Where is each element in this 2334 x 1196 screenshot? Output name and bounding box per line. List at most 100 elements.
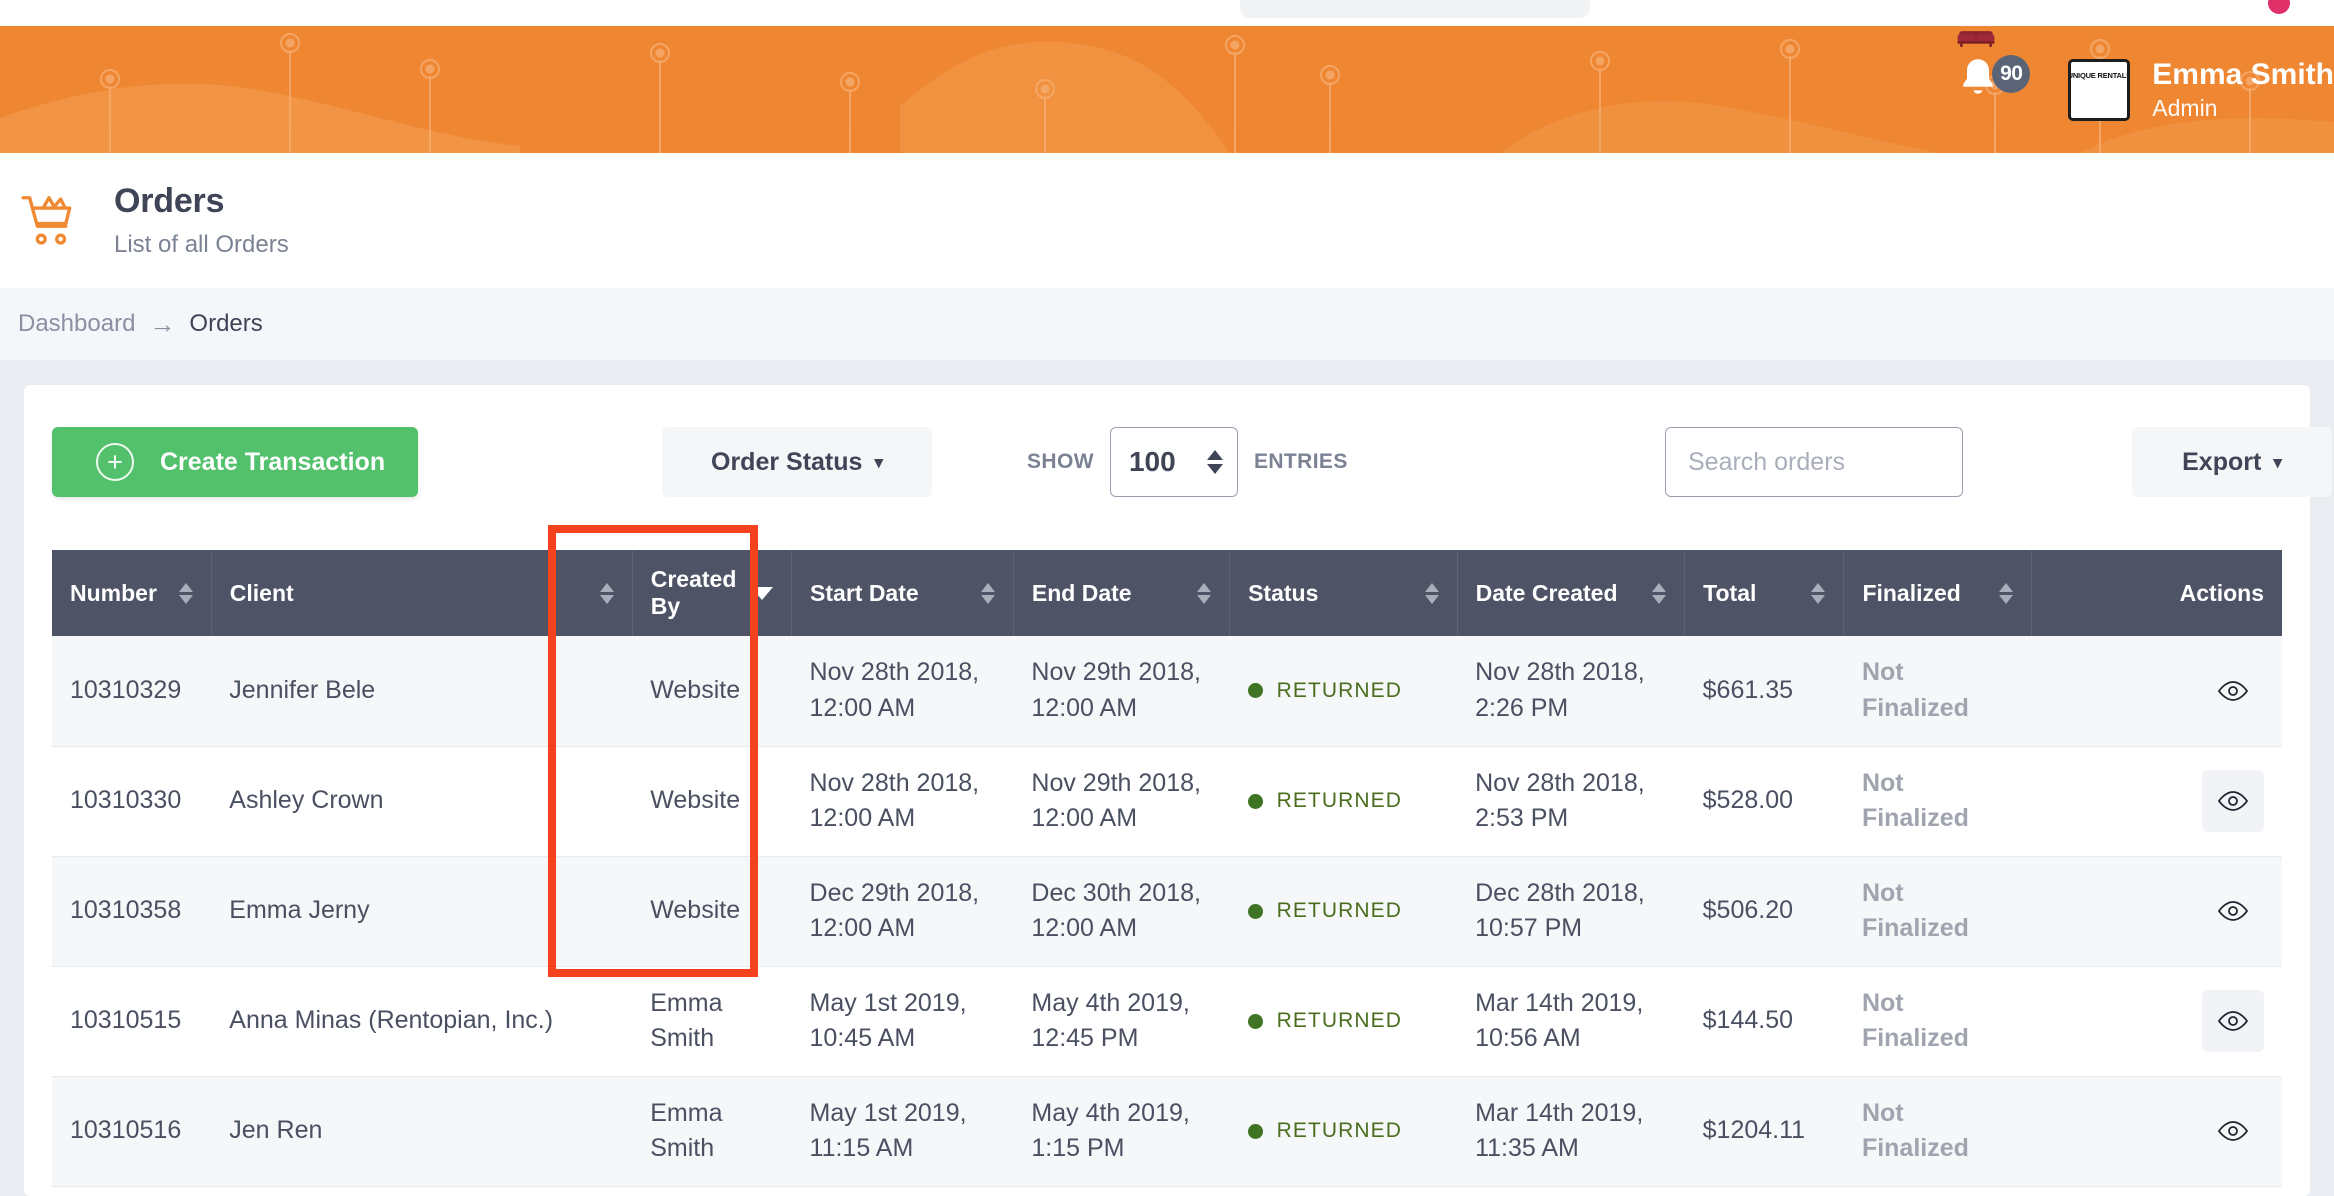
- cell-number: 10310516: [52, 1076, 212, 1187]
- cell-actions: [2031, 636, 2282, 747]
- sort-toggle-icon[interactable]: [1424, 582, 1439, 604]
- search-input[interactable]: [1665, 427, 1963, 497]
- browser-chrome-strip: [0, 0, 2334, 26]
- breadcrumb: Dashboard → Orders: [0, 288, 2334, 360]
- stepper-arrows-icon[interactable]: [1206, 450, 1223, 474]
- column-header-label: End Date: [1031, 579, 1132, 606]
- order-status-filter-button[interactable]: Order Status ▾: [662, 427, 932, 497]
- eye-icon: [2217, 680, 2249, 701]
- sort-toggle-icon[interactable]: [1999, 582, 2014, 604]
- cell-finalized: Not Finalized: [1843, 856, 2032, 967]
- status-dot-icon: [1247, 903, 1263, 919]
- sort-descending-icon[interactable]: [751, 586, 774, 600]
- entries-stepper[interactable]: [1109, 427, 1238, 497]
- cell-end-date: Nov 29th 2018, 12:00 AM: [1013, 746, 1230, 857]
- column-header-label: Start Date: [810, 579, 919, 606]
- cell-total: $1204.11: [1684, 1076, 1844, 1187]
- cell-status: RETURNED: [1229, 746, 1458, 857]
- cell-start-date: Nov 28th 2018, 12:00 AM: [791, 636, 1014, 747]
- column-header-finalized[interactable]: Finalized: [1843, 550, 2033, 636]
- view-order-button[interactable]: [2202, 990, 2264, 1052]
- cell-end-date: May 4th 2019, 1:15 PM: [1013, 1076, 1230, 1187]
- cell-total: $661.35: [1684, 636, 1844, 747]
- view-order-button[interactable]: [2202, 660, 2264, 722]
- column-header-label: Number: [70, 579, 157, 606]
- status-badge: RETURNED: [1276, 899, 1403, 923]
- orders-table-wrapper: Number Client Created By Start Date End Date…: [52, 550, 2282, 1187]
- table-row[interactable]: 10310515 Anna Minas (Rentopian, Inc.) Emma…: [52, 966, 2282, 1077]
- cell-start-date: May 1st 2019, 10:45 AM: [791, 966, 1014, 1077]
- orders-table: Number Client Created By Start Date End Date…: [52, 550, 2282, 1187]
- status-dot-icon: [1247, 1013, 1263, 1029]
- table-row[interactable]: 10310358 Emma Jerny Website Dec 29th 2018, …: [52, 856, 2282, 967]
- create-transaction-label: Create Transaction: [160, 447, 386, 476]
- page-header: Orders List of all Orders: [0, 153, 2334, 288]
- cell-created-by: Website: [632, 856, 792, 967]
- sort-toggle-icon[interactable]: [1652, 582, 1667, 604]
- view-order-button[interactable]: [2202, 770, 2264, 832]
- eye-icon: [2217, 1011, 2249, 1031]
- sort-toggle-icon[interactable]: [178, 582, 193, 604]
- stepper-down-icon[interactable]: [1206, 464, 1223, 474]
- avatar[interactable]: UNIQUE RENTALS: [1957, 31, 2131, 121]
- export-button[interactable]: Export ▾: [2132, 427, 2332, 497]
- column-header-status[interactable]: Status: [1229, 550, 1458, 636]
- sort-toggle-icon[interactable]: [1197, 582, 1212, 604]
- column-header-client[interactable]: Client: [211, 550, 633, 636]
- sort-toggle-icon[interactable]: [980, 582, 995, 604]
- entries-input[interactable]: [1128, 446, 1207, 478]
- column-header-label: Status: [1248, 579, 1319, 606]
- column-header-total[interactable]: Total: [1684, 550, 1845, 636]
- browser-tab[interactable]: [1240, 0, 1590, 18]
- cell-actions: [2031, 966, 2282, 1077]
- stepper-up-icon[interactable]: [1206, 450, 1223, 460]
- cell-client: Anna Minas (Rentopian, Inc.): [211, 966, 633, 1077]
- header-user-area: 90 UNIQUE RENTALS Emma Smith Admin: [1956, 26, 2334, 153]
- view-order-button[interactable]: [2202, 880, 2264, 942]
- column-header-start-date[interactable]: Start Date: [791, 550, 1014, 636]
- status-badge: RETURNED: [1276, 1009, 1403, 1033]
- cell-status: RETURNED: [1229, 966, 1458, 1077]
- table-header-row: Number Client Created By Start Date End Date…: [52, 550, 2282, 636]
- cell-total: $528.00: [1684, 746, 1844, 857]
- cell-actions: [2031, 746, 2282, 857]
- sort-toggle-icon[interactable]: [599, 582, 614, 604]
- column-header-label: Finalized: [1862, 579, 1961, 606]
- status-dot-icon: [1247, 683, 1263, 699]
- cell-date-created: Dec 28th 2018, 10:57 PM: [1457, 856, 1685, 967]
- show-label: SHOW: [1027, 450, 1094, 473]
- cell-start-date: Nov 28th 2018, 12:00 AM: [791, 746, 1014, 857]
- cell-finalized: Not Finalized: [1843, 636, 2032, 747]
- user-role: Admin: [2152, 94, 2218, 121]
- entries-label: ENTRIES: [1253, 450, 1348, 473]
- breadcrumb-arrow-icon: →: [149, 308, 176, 339]
- chevron-down-icon: ▾: [2273, 452, 2282, 472]
- column-header-end-date[interactable]: End Date: [1013, 550, 1231, 636]
- export-label: Export: [2182, 447, 2262, 476]
- sort-toggle-icon[interactable]: [1811, 582, 1826, 604]
- cell-number: 10310330: [52, 746, 212, 857]
- status-badge: RETURNED: [1276, 678, 1403, 702]
- cell-number: 10310329: [52, 636, 212, 747]
- finalized-status: Not Finalized: [1861, 988, 1969, 1053]
- column-header-created-by[interactable]: Created By: [632, 550, 793, 636]
- cell-date-created: Nov 28th 2018, 2:53 PM: [1457, 746, 1685, 857]
- view-order-button[interactable]: [2202, 1100, 2264, 1162]
- column-header-label: Actions: [2179, 579, 2264, 606]
- status-dot-icon: [1247, 1123, 1263, 1139]
- user-info[interactable]: Emma Smith Admin: [2152, 57, 2334, 122]
- table-row[interactable]: 10310516 Jen Ren Emma Smith May 1st 2019, 1…: [52, 1076, 2282, 1187]
- column-header-number[interactable]: Number: [52, 550, 212, 636]
- breadcrumb-dashboard-link[interactable]: Dashboard: [18, 310, 135, 338]
- entries-per-page-control: SHOW ENTRIES: [1027, 427, 1348, 497]
- cell-end-date: Dec 30th 2018, 12:00 AM: [1013, 856, 1230, 967]
- column-header-date-created[interactable]: Date Created: [1457, 550, 1686, 636]
- column-header-actions: Actions: [2031, 550, 2282, 636]
- create-transaction-button[interactable]: + Create Transaction: [52, 427, 418, 497]
- table-row[interactable]: 10310329 Jennifer Bele Website Nov 28th 201…: [52, 636, 2282, 747]
- cell-finalized: Not Finalized: [1843, 966, 2032, 1077]
- cell-end-date: Nov 29th 2018, 12:00 AM: [1013, 636, 1230, 747]
- notifications-button[interactable]: 90: [1956, 54, 2031, 125]
- table-row[interactable]: 10310330 Ashley Crown Website Nov 28th 2018…: [52, 746, 2282, 857]
- column-header-label: Date Created: [1475, 579, 1618, 606]
